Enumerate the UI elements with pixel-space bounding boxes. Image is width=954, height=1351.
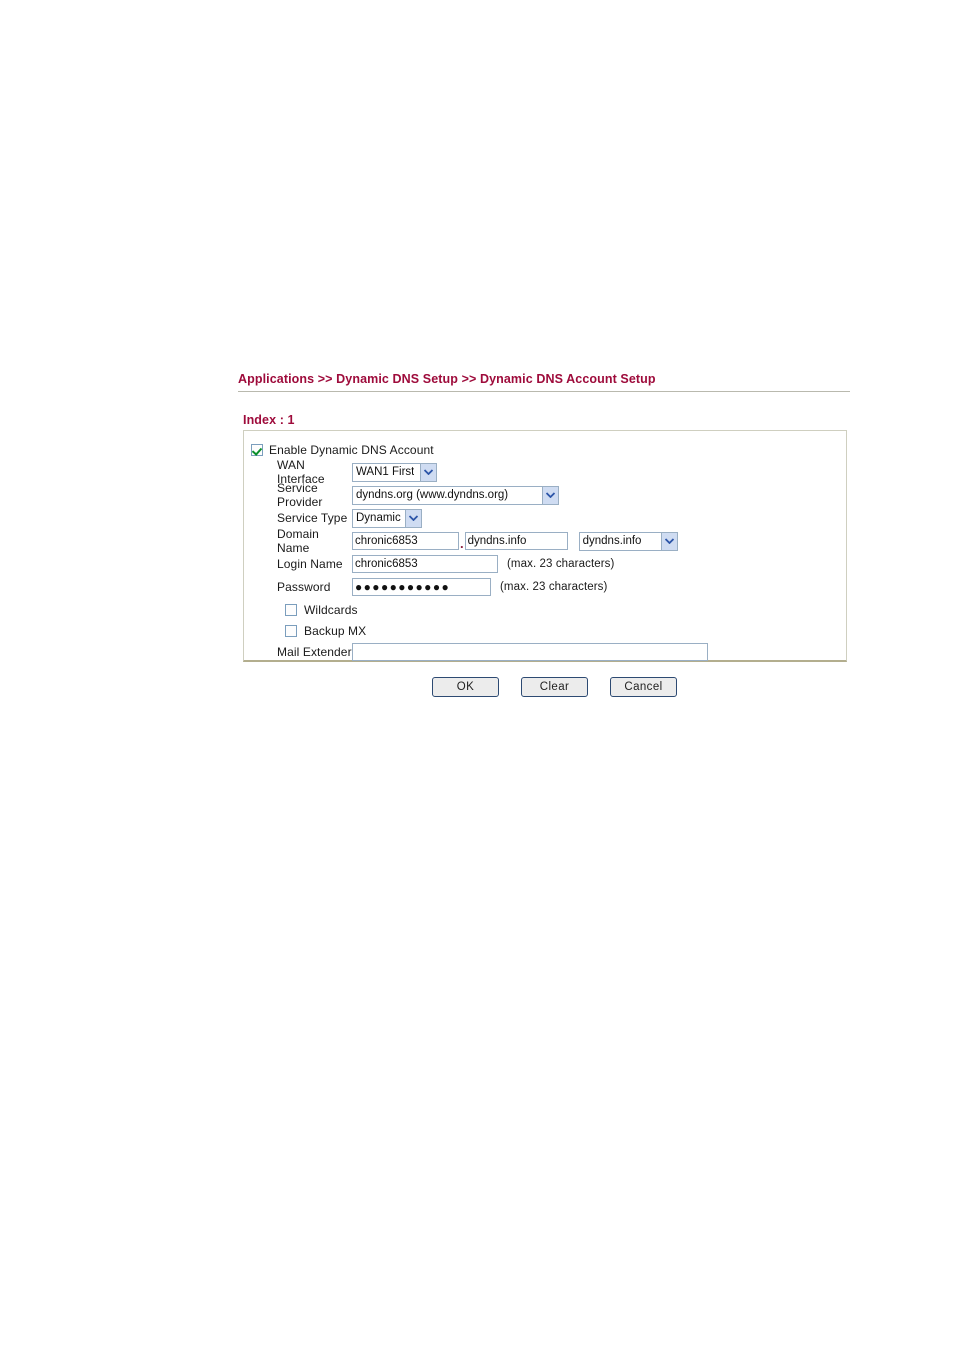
header-divider xyxy=(238,391,850,392)
login-name-row: Login Name (max. 23 characters) xyxy=(244,553,846,575)
mail-extender-label: Mail Extender xyxy=(277,645,352,659)
domain-name-separator: . xyxy=(460,536,464,551)
chevron-down-icon xyxy=(542,486,558,504)
mail-extender-input[interactable] xyxy=(352,643,708,661)
wildcards-checkbox[interactable] xyxy=(285,604,297,616)
domain-suffix-input[interactable] xyxy=(464,532,568,550)
service-provider-row: Service Provider dyndns.org (www.dyndns.… xyxy=(244,481,846,509)
enable-ddns-label: Enable Dynamic DNS Account xyxy=(269,443,434,457)
ok-button[interactable]: OK xyxy=(432,677,499,697)
wan-interface-row: WAN Interface WAN1 First xyxy=(244,458,846,486)
domain-name-input[interactable] xyxy=(352,532,459,550)
service-provider-value: dyndns.org (www.dyndns.org) xyxy=(356,489,509,501)
clear-button[interactable]: Clear xyxy=(521,677,588,697)
domain-suffix-select[interactable]: dyndns.info xyxy=(578,531,678,551)
breadcrumb-text: Applications >> Dynamic DNS Setup >> Dyn… xyxy=(238,372,656,386)
domain-name-row: Domain Name . dyndns.info xyxy=(244,527,846,555)
chevron-down-icon xyxy=(420,463,436,481)
breadcrumb: Applications >> Dynamic DNS Setup >> Dyn… xyxy=(238,372,850,392)
login-name-label: Login Name xyxy=(277,557,343,571)
wildcards-label: Wildcards xyxy=(304,603,358,617)
password-label: Password xyxy=(277,580,331,594)
mail-extender-row: Mail Extender xyxy=(244,641,846,663)
password-row: Password (max. 23 characters) xyxy=(244,576,846,598)
login-name-hint: (max. 23 characters) xyxy=(507,558,615,570)
chevron-down-icon xyxy=(660,532,677,550)
service-type-row: Service Type Dynamic xyxy=(244,507,846,529)
backup-mx-label: Backup MX xyxy=(304,624,367,638)
service-type-value: Dynamic xyxy=(356,512,401,524)
wan-interface-value: WAN1 First xyxy=(356,466,415,478)
form-action-buttons: OK Clear Cancel xyxy=(432,677,677,697)
service-type-label: Service Type xyxy=(277,511,348,525)
backup-mx-row: Backup MX xyxy=(244,620,887,642)
service-type-select[interactable]: Dynamic xyxy=(352,508,422,528)
password-input[interactable] xyxy=(352,578,491,596)
wildcards-row: Wildcards xyxy=(244,599,887,621)
domain-suffix-value: dyndns.info xyxy=(582,535,642,547)
service-provider-label: Service Provider xyxy=(277,481,323,509)
enable-ddns-checkbox[interactable] xyxy=(251,444,263,456)
wan-interface-select[interactable]: WAN1 First xyxy=(352,462,437,482)
login-name-input[interactable] xyxy=(352,555,498,573)
domain-name-label: Domain Name xyxy=(277,527,319,555)
chevron-down-icon xyxy=(405,509,421,527)
ddns-account-form: Enable Dynamic DNS Account WAN Interface… xyxy=(243,430,847,662)
password-hint: (max. 23 characters) xyxy=(500,581,608,593)
backup-mx-checkbox[interactable] xyxy=(285,625,297,637)
cancel-button[interactable]: Cancel xyxy=(610,677,677,697)
service-provider-select[interactable]: dyndns.org (www.dyndns.org) xyxy=(352,485,559,505)
page-title: Index : 1 xyxy=(243,413,295,427)
